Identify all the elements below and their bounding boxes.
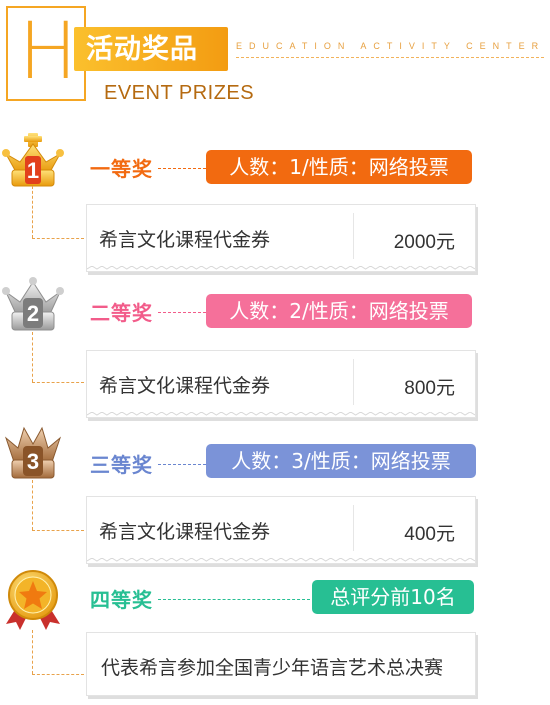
card-zigzag-edge-1 — [87, 266, 475, 270]
rank-connector-1 — [158, 168, 206, 169]
prize-card-4: 代表希言参加全国青少年语言艺术总决赛 — [86, 632, 476, 696]
prize-item-1: 希言文化课程代金券 — [99, 229, 271, 251]
medal-connector-horizontal-3 — [32, 530, 84, 531]
card-zigzag-edge-2 — [87, 412, 475, 416]
prize-item-4: 代表希言参加全国青少年语言艺术总决赛 — [101, 657, 444, 679]
page-subtitle: EDUCATION ACTIVITY CENTER — [236, 41, 546, 51]
prize-value-1: 2000元 — [393, 232, 455, 253]
medal-connector-horizontal-4 — [32, 674, 84, 675]
bronze-crown-icon: 3 — [4, 426, 62, 479]
prize-card-3: 希言文化课程代金券 400元 — [86, 496, 476, 564]
medal-connector-horizontal-2 — [32, 382, 84, 383]
prize-card-1: 希言文化课程代金券 2000元 — [86, 204, 476, 272]
page-title: 活动奖品 — [86, 34, 198, 65]
prize-tag-2: 人数：2/性质：网络投票 — [206, 294, 472, 328]
card-divider-1 — [353, 213, 354, 259]
medal-number-2: 2 — [27, 301, 39, 326]
medal-connector-vertical-3 — [32, 480, 33, 530]
subtitle-divider — [236, 57, 544, 58]
prize-item-2: 希言文化课程代金券 — [99, 375, 271, 397]
prize-tag-1: 人数：1/性质：网络投票 — [206, 150, 472, 184]
prize-value-2: 800元 — [404, 378, 455, 399]
rank-connector-3 — [158, 464, 206, 465]
card-zigzag-edge-3 — [87, 558, 475, 562]
medal-connector-vertical-1 — [32, 186, 33, 238]
prize-rank-4: 四等奖 — [90, 588, 153, 612]
silver-crown-icon: 2 — [2, 277, 64, 331]
prize-rank-1: 一等奖 — [90, 157, 153, 181]
rank-connector-4 — [158, 599, 310, 600]
prize-rank-2: 二等奖 — [90, 301, 153, 325]
medal-number-1: 1 — [27, 158, 39, 183]
medal-connector-vertical-4 — [32, 630, 33, 674]
card-divider-3 — [353, 505, 354, 551]
medal-number-3: 3 — [27, 449, 39, 474]
card-divider-2 — [353, 359, 354, 405]
prize-value-3: 400元 — [404, 524, 455, 545]
prize-item-3: 希言文化课程代金券 — [99, 521, 271, 543]
medal-connector-vertical-2 — [32, 332, 33, 382]
gold-crown-icon: 1 — [2, 133, 64, 187]
rank-connector-2 — [158, 312, 206, 313]
medal-connector-horizontal-1 — [32, 238, 84, 239]
section-heading: EVENT PRIZES — [104, 82, 255, 104]
prize-tag-3: 人数：3/性质：网络投票 — [206, 444, 476, 478]
prize-rank-3: 三等奖 — [90, 453, 153, 477]
star-medal-icon — [6, 570, 60, 630]
prize-card-2: 希言文化课程代金券 800元 — [86, 350, 476, 418]
prize-tag-4: 总评分前10名 — [312, 580, 474, 614]
